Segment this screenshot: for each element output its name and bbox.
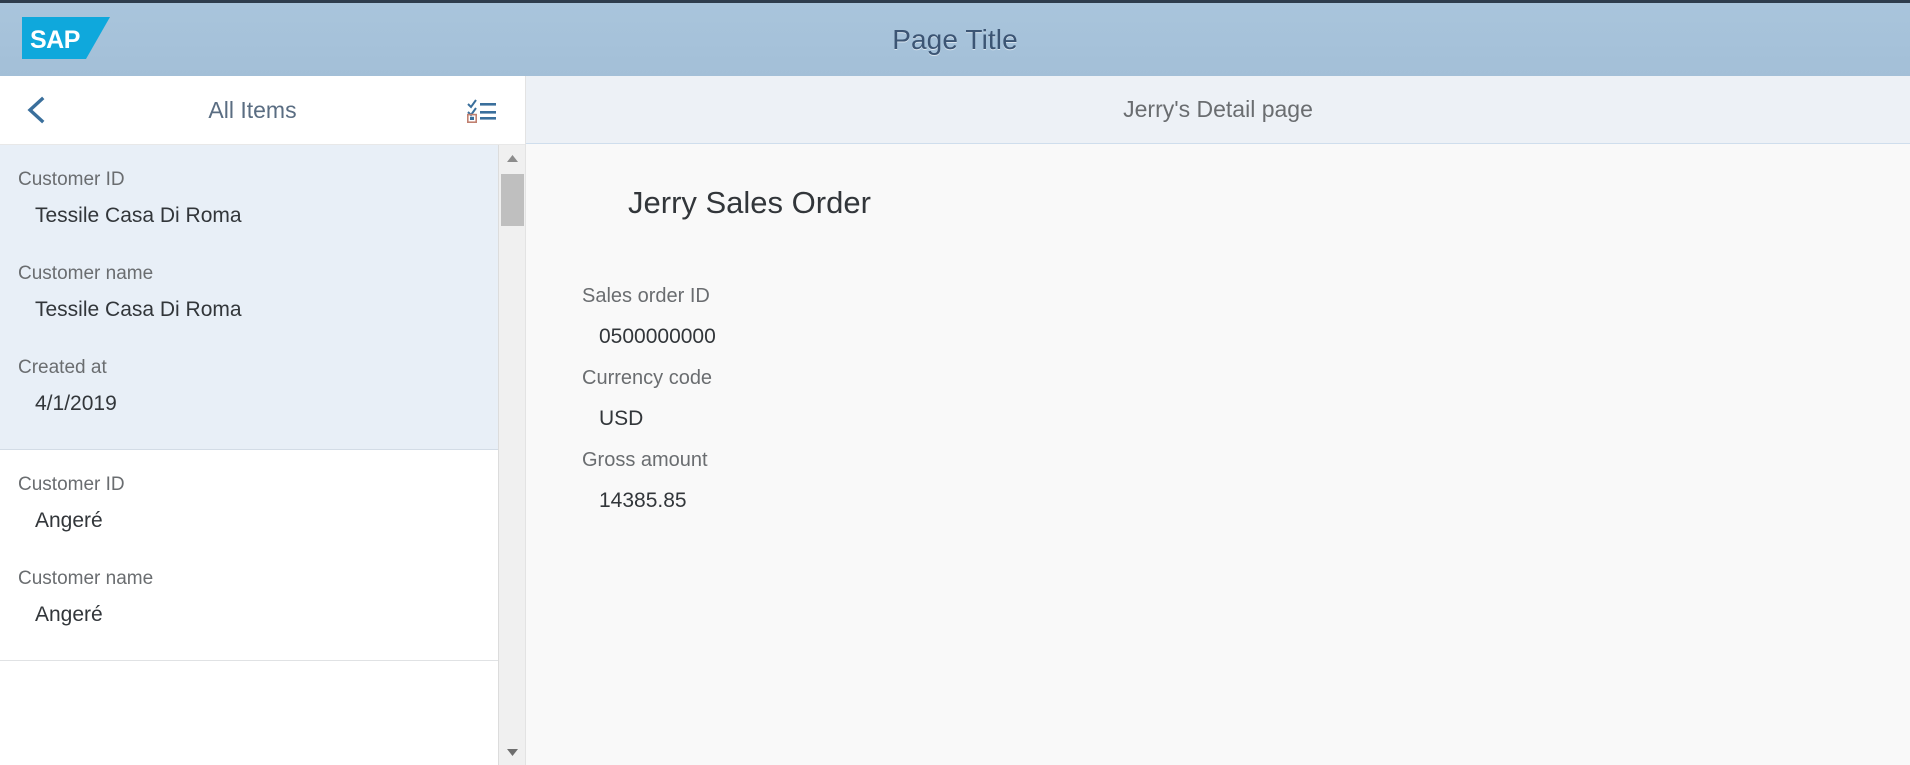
triangle-up-icon xyxy=(506,154,519,163)
list-item-field: Customer name Angeré xyxy=(0,562,498,634)
sap-logo-icon: SAP xyxy=(22,17,110,59)
field-value: Angeré xyxy=(0,596,498,634)
list-item-field: Created at 4/1/2019 xyxy=(0,351,498,423)
detail-header-title: Jerry's Detail page xyxy=(1123,96,1313,123)
field-label: Customer name xyxy=(0,562,498,596)
detail-field-value: 14385.85 xyxy=(582,480,1910,522)
back-button[interactable] xyxy=(14,88,58,132)
field-label: Customer ID xyxy=(0,163,498,197)
triangle-down-icon xyxy=(506,748,519,757)
multi-select-button[interactable] xyxy=(459,88,505,132)
list-item-field: Customer name Tessile Casa Di Roma xyxy=(0,257,498,329)
sap-logo[interactable]: SAP xyxy=(22,17,110,59)
detail-page-title: Jerry Sales Order xyxy=(582,186,1910,220)
scrollbar-up-button[interactable] xyxy=(499,148,526,168)
scrollbar-track[interactable] xyxy=(499,168,526,742)
svg-text:SAP: SAP xyxy=(30,26,80,54)
field-value: Tessile Casa Di Roma xyxy=(0,291,498,329)
multi-select-icon xyxy=(467,97,497,123)
detail-form: Sales order ID 0500000000 Currency code … xyxy=(582,276,1910,522)
detail-field-label: Sales order ID xyxy=(582,276,1910,316)
master-header-title: All Items xyxy=(58,97,459,124)
detail-field-value: USD xyxy=(582,398,1910,440)
chevron-left-icon xyxy=(25,95,47,125)
master-header: All Items xyxy=(0,76,525,144)
field-value: 4/1/2019 xyxy=(0,385,498,423)
detail-field-label: Currency code xyxy=(582,358,1910,398)
field-value: Tessile Casa Di Roma xyxy=(0,197,498,235)
detail-field-label: Gross amount xyxy=(582,440,1910,480)
list-item[interactable]: Customer ID Tessile Casa Di Roma Custome… xyxy=(0,145,498,450)
detail-field-value: 0500000000 xyxy=(582,316,1910,358)
scrollbar-down-button[interactable] xyxy=(499,742,526,762)
detail-panel: Jerry's Detail page Jerry Sales Order Sa… xyxy=(525,76,1910,765)
fiori-split-app: SAP Page Title All Items xyxy=(0,0,1910,765)
customer-list[interactable]: Customer ID Tessile Casa Di Roma Custome… xyxy=(0,145,498,765)
master-panel: All Items xyxy=(0,76,525,765)
scrollbar-thumb[interactable] xyxy=(501,174,524,226)
page-title: Page Title xyxy=(892,24,1018,56)
field-label: Customer ID xyxy=(0,468,498,502)
detail-field: Currency code USD xyxy=(582,358,1910,440)
shell-bar: SAP Page Title xyxy=(0,0,1910,76)
master-list-scrollbar[interactable] xyxy=(498,145,525,765)
detail-field: Gross amount 14385.85 xyxy=(582,440,1910,522)
list-item-field: Customer ID Tessile Casa Di Roma xyxy=(0,163,498,235)
master-body: Customer ID Tessile Casa Di Roma Custome… xyxy=(0,144,525,765)
detail-body: Jerry Sales Order Sales order ID 0500000… xyxy=(526,144,1910,765)
list-item-field: Customer ID Angeré xyxy=(0,468,498,540)
field-label: Created at xyxy=(0,351,498,385)
field-label: Customer name xyxy=(0,257,498,291)
split-container: All Items xyxy=(0,76,1910,765)
detail-field: Sales order ID 0500000000 xyxy=(582,276,1910,358)
field-value: Angeré xyxy=(0,502,498,540)
list-item[interactable]: Customer ID Angeré Customer name Angeré xyxy=(0,450,498,661)
detail-header: Jerry's Detail page xyxy=(526,76,1910,144)
